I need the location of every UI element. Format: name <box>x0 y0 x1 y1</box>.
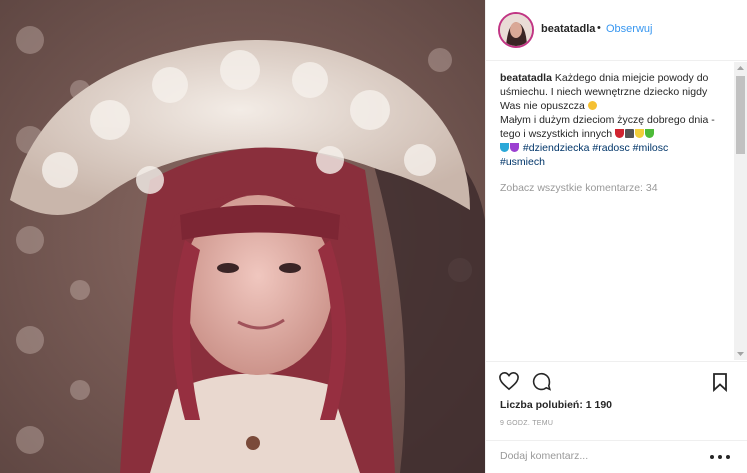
speech-bubble-icon[interactable] <box>531 371 552 392</box>
scroll-up-arrow-icon[interactable] <box>734 62 747 74</box>
comments-scrollbar[interactable] <box>734 62 747 360</box>
like-count[interactable]: Liczba polubień: 1 190 <box>500 399 612 411</box>
comments-area: beatatadla Każdego dnia miejcie powody d… <box>486 61 732 361</box>
post-timestamp[interactable]: 9 GODZ. TEMU <box>500 420 553 427</box>
hashtag-link[interactable]: #milosc <box>633 142 669 154</box>
blue-heart-emoji-icon <box>500 143 509 152</box>
building-emoji-icon <box>624 129 634 138</box>
yellow-heart-emoji-icon <box>634 129 644 138</box>
scrollbar-thumb[interactable] <box>736 76 745 154</box>
action-bar <box>486 361 747 401</box>
caption-text-line2: Małym i dużym dzieciom życzę dobrego dni… <box>500 114 715 140</box>
scroll-down-arrow-icon[interactable] <box>734 348 747 360</box>
hashtag-link[interactable]: #dziendziecka <box>523 142 590 154</box>
tongue-face-emoji-icon <box>587 101 597 110</box>
post-photo[interactable] <box>0 0 485 473</box>
caption-username[interactable]: beatatadla <box>500 72 552 84</box>
follow-button[interactable]: Obserwuj <box>606 23 652 35</box>
bookmark-icon[interactable] <box>712 372 728 392</box>
post-header: beatatadla • Obserwuj <box>486 0 747 61</box>
photo-girl-with-hat-image <box>0 0 485 473</box>
hashtag-link[interactable]: #radosc <box>592 142 629 154</box>
more-options-icon[interactable] <box>708 453 732 461</box>
heart-outline-icon[interactable] <box>498 371 520 391</box>
add-comment-bar <box>486 440 747 473</box>
comment-input[interactable] <box>498 449 702 463</box>
view-all-comments-link[interactable]: Zobacz wszystkie komentarze: 34 <box>500 181 720 195</box>
green-heart-emoji-icon <box>644 129 654 138</box>
avatar[interactable] <box>498 12 534 48</box>
post-sidebar: beatatadla • Obserwuj beatatadla Każdego… <box>485 0 747 473</box>
avatar-image <box>500 14 532 46</box>
separator-dot: • <box>597 22 601 34</box>
hashtag-link[interactable]: #usmiech <box>500 156 545 168</box>
username-link[interactable]: beatatadla <box>541 23 595 35</box>
purple-heart-emoji-icon <box>510 143 519 152</box>
instagram-post: beatatadla • Obserwuj beatatadla Każdego… <box>0 0 747 473</box>
caption: beatatadla Każdego dnia miejcie powody d… <box>500 71 720 169</box>
red-heart-emoji-icon <box>614 129 624 138</box>
